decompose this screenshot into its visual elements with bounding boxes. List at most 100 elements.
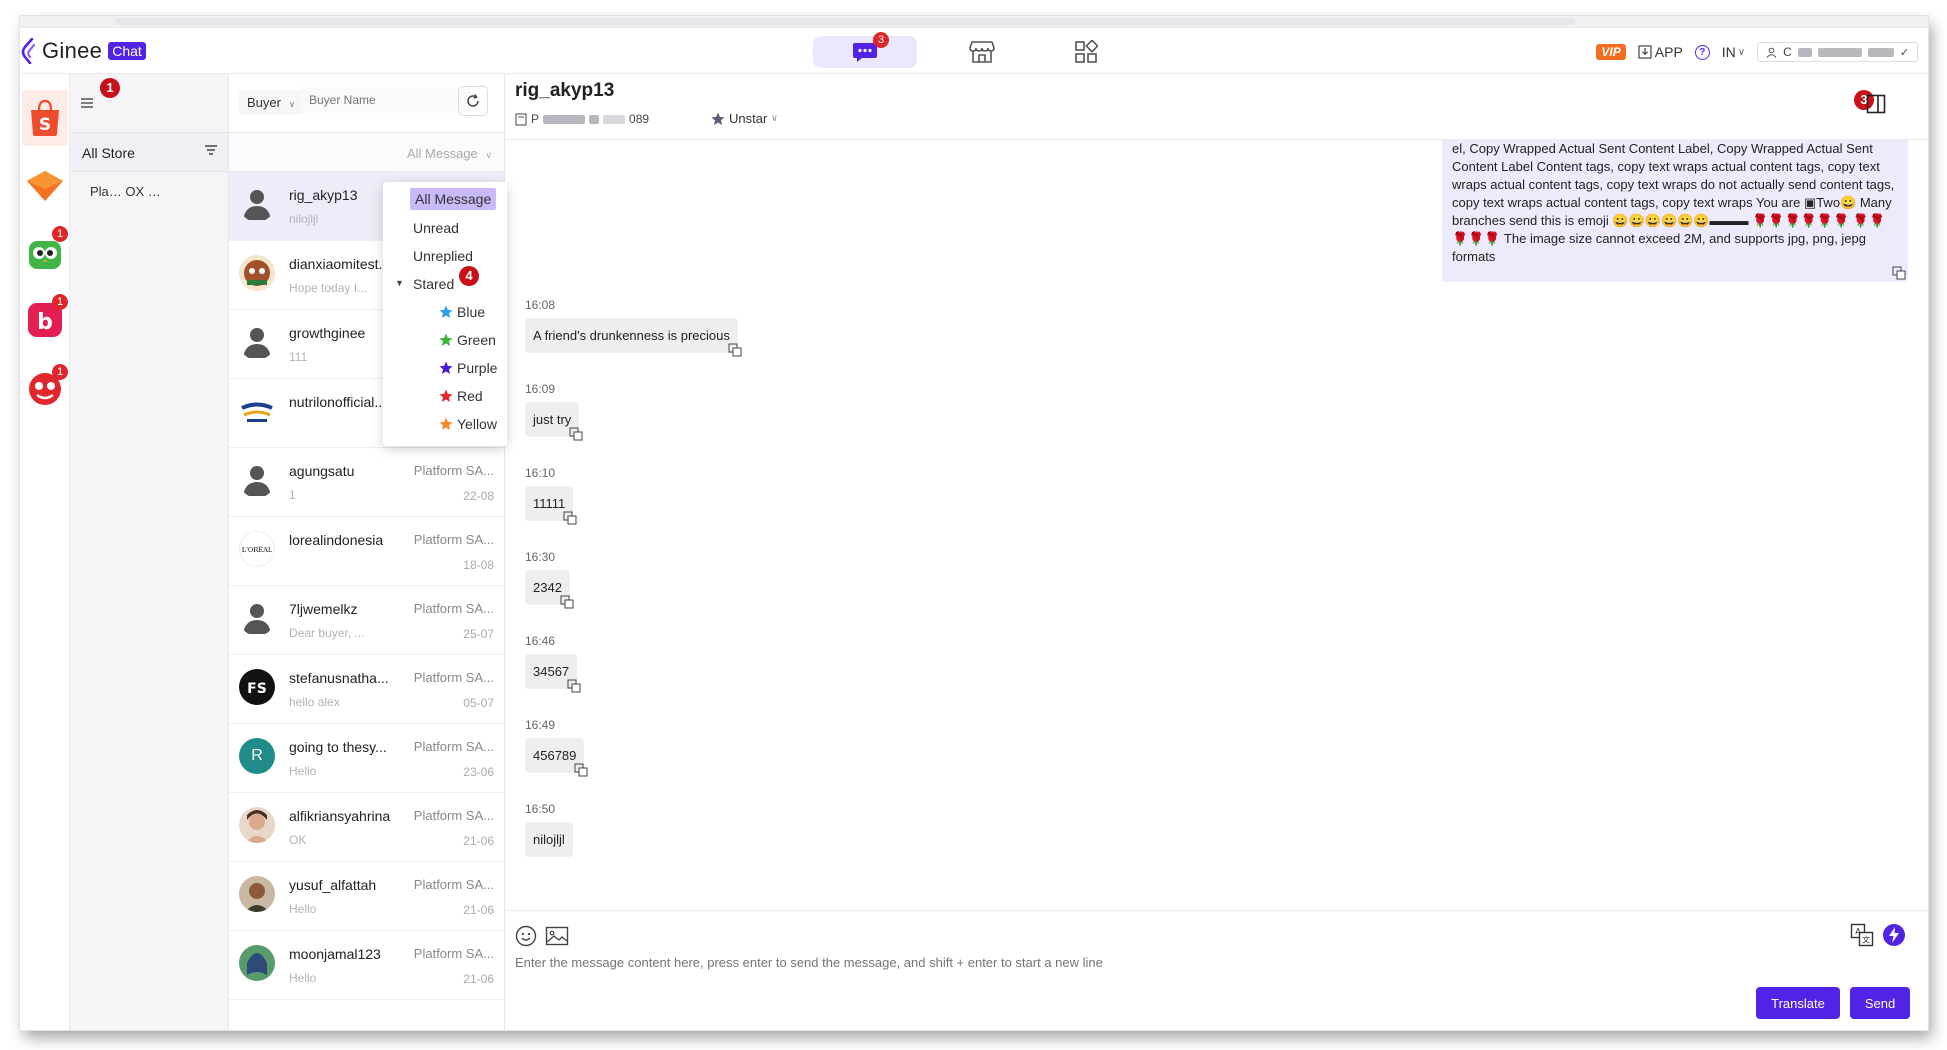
conversation-row[interactable]: R going to thesy... Hello Platform SA...…: [229, 724, 504, 793]
chat-panel: rig_akyp13 P 089 Unstar ∨ 3 el, Copy Wra…: [505, 74, 1928, 1030]
hamburger-menu-icon[interactable]: [80, 96, 94, 114]
translate-icon[interactable]: [569, 427, 583, 441]
star-icon: [439, 417, 453, 430]
app-window: Ginee Chat 3 VIP APP ? IN ∨ C ✓ S 1 b 1 …: [20, 16, 1928, 1030]
conversation-row[interactable]: alfikriansyahrina OK Platform SA... 21-0…: [229, 793, 504, 862]
translate-icon[interactable]: [560, 595, 574, 609]
avatar: FS: [239, 669, 275, 705]
buyer-name-search-input[interactable]: [301, 87, 471, 113]
star-option-red[interactable]: Red: [439, 388, 483, 404]
conversation-preview: OK: [289, 833, 307, 847]
conversation-platform: Platform SA...: [413, 532, 494, 547]
filter-option-all-message[interactable]: All Message: [410, 188, 497, 210]
received-message-bubble[interactable]: just try: [525, 402, 583, 441]
account-menu[interactable]: C ✓: [1757, 42, 1918, 62]
conversation-preview: Hello: [289, 764, 317, 778]
platform-blibli[interactable]: 1: [22, 360, 68, 416]
avatar: [239, 945, 275, 981]
translate-icon[interactable]: [567, 679, 581, 693]
message-time: 16:30: [525, 550, 556, 564]
sent-message-bubble[interactable]: el, Copy Wrapped Actual Sent Content Lab…: [1442, 140, 1908, 282]
platform-bukalapak[interactable]: b 1: [22, 292, 68, 348]
region-label: IN: [1721, 44, 1736, 60]
avatar: [239, 393, 275, 429]
refresh-button[interactable]: [458, 86, 488, 116]
ai-assistant-icon[interactable]: [1882, 923, 1906, 947]
platform-tokopedia[interactable]: 1: [22, 224, 68, 280]
message-text: 456789: [533, 748, 577, 763]
app-label: APP: [1654, 44, 1683, 60]
filter-icon[interactable]: [204, 144, 218, 156]
all-store-header[interactable]: All Store: [70, 132, 228, 172]
message-text: 11111: [533, 496, 566, 511]
side-panel-toggle-icon[interactable]: [1866, 94, 1886, 114]
ginee-logo[interactable]: Ginee Chat: [20, 38, 146, 64]
top-right-nav: VIP APP ? IN ∨ C ✓: [1596, 42, 1918, 62]
filter-option-stared[interactable]: Stared: [413, 276, 454, 292]
conversation-row[interactable]: L'ORÉAL lorealindonesia Platform SA... 1…: [229, 517, 504, 586]
message-text: just try: [533, 412, 572, 427]
shopee-icon: S: [31, 99, 59, 136]
filter-option-unread[interactable]: Unread: [413, 220, 459, 236]
emoji-icon[interactable]: [515, 925, 537, 947]
svg-text:b: b: [37, 310, 53, 335]
chevron-down-icon: ∨: [485, 150, 492, 160]
star-toggle[interactable]: Unstar ∨: [711, 111, 778, 126]
nav-store-tab[interactable]: [930, 36, 1034, 68]
all-store-label: All Store: [82, 145, 135, 161]
received-message-bubble[interactable]: 2342: [525, 570, 574, 609]
avatar: [239, 807, 275, 843]
received-message-bubble[interactable]: 456789: [525, 738, 588, 777]
conversation-row[interactable]: agungsatu 1 Platform SA... 22-08: [229, 448, 504, 517]
conversation-row[interactable]: moonjamal123 Hello Platform SA... 21-06: [229, 931, 504, 1000]
filter-option-unreplied[interactable]: Unreplied: [413, 248, 473, 264]
star-option-blue[interactable]: Blue: [439, 304, 485, 320]
translate-icon[interactable]: [1892, 266, 1906, 280]
translate-icon[interactable]: [563, 511, 577, 525]
region-select[interactable]: IN ∨: [1722, 44, 1745, 60]
help-icon[interactable]: ?: [1694, 44, 1710, 60]
conversation-name: alfikriansyahrina: [289, 808, 391, 824]
vip-badge[interactable]: VIP: [1596, 44, 1626, 60]
image-icon[interactable]: [545, 925, 569, 947]
message-filter-row[interactable]: All Message ∨: [229, 132, 504, 172]
conversation-row[interactable]: 7ljwemelkz Dear buyer, ... Platform SA..…: [229, 586, 504, 655]
buyer-select-label: Buyer: [247, 95, 281, 110]
platform-shopee[interactable]: S: [22, 90, 68, 146]
received-message-bubble[interactable]: 11111: [525, 486, 577, 525]
received-message-bubble[interactable]: 34567: [525, 654, 581, 693]
message-text: 34567: [533, 664, 570, 679]
app-download-link[interactable]: APP: [1638, 44, 1683, 60]
star-option-purple[interactable]: Purple: [439, 360, 497, 376]
store-item[interactable]: Pla… OX …: [90, 184, 161, 199]
annotation-marker: 1: [100, 78, 120, 98]
message-time: 16:09: [525, 382, 556, 396]
caret-down-icon[interactable]: ▼: [395, 278, 404, 288]
buyer-select[interactable]: Buyer ∨: [239, 90, 304, 115]
conversation-name: moonjamal123: [289, 946, 381, 962]
message-time: 16:08: [525, 298, 556, 312]
received-message-bubble[interactable]: A friend's drunkenness is precious: [525, 318, 742, 357]
star-icon: [711, 112, 725, 125]
send-button[interactable]: Send: [1850, 987, 1910, 1019]
masked-text: [589, 114, 600, 124]
translate-icon[interactable]: A文: [1850, 923, 1874, 947]
platform-lazada[interactable]: [22, 158, 68, 214]
star-option-yellow[interactable]: Yellow: [439, 416, 497, 432]
conversation-row[interactable]: FS stefanusnatha... hello alex Platform …: [229, 655, 504, 724]
message-input[interactable]: [515, 955, 1895, 1015]
translate-button[interactable]: Translate: [1756, 987, 1840, 1019]
translate-icon[interactable]: [574, 763, 588, 777]
message-filter-select[interactable]: All Message ∨: [407, 146, 492, 161]
conversation-preview: hello alex: [289, 695, 340, 709]
conversation-name: agungsatu: [289, 463, 355, 479]
conversation-row[interactable]: yusuf_alfattah Hello Platform SA... 21-0…: [229, 862, 504, 931]
message-time: 16:10: [525, 466, 556, 480]
avatar: [239, 324, 275, 360]
nav-chat-tab[interactable]: 3: [813, 32, 917, 68]
received-message-bubble[interactable]: nilojljl: [525, 822, 573, 857]
translate-icon[interactable]: [728, 343, 742, 357]
star-option-green[interactable]: Green: [439, 332, 496, 348]
nav-apps-tab[interactable]: [1034, 36, 1138, 68]
masked-text: [1867, 47, 1894, 57]
